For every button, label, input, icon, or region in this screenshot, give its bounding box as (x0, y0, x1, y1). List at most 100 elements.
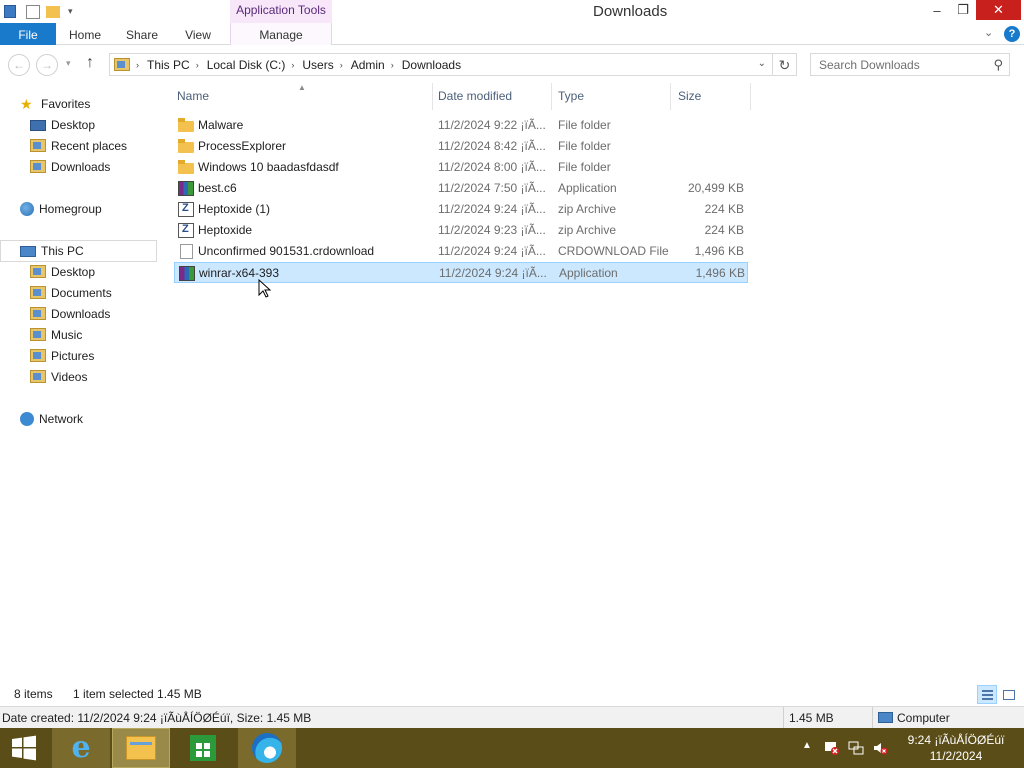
status-bar: 8 items 1 item selected 1.45 MB (0, 683, 1024, 705)
column-header-name[interactable]: Name (177, 83, 427, 110)
large-icons-view-button[interactable] (999, 685, 1019, 704)
volume-muted-icon[interactable] (872, 740, 888, 756)
sidebar-item-music[interactable]: Music (30, 324, 82, 345)
column-header-size[interactable]: Size (678, 83, 748, 110)
taskbar-store[interactable] (174, 728, 232, 768)
network-tray-icon[interactable] (848, 740, 864, 756)
taskbar-edge[interactable] (238, 728, 296, 768)
maximize-button[interactable]: ❐ (950, 0, 976, 20)
column-divider[interactable] (670, 83, 671, 110)
file-size: 224 KB (704, 202, 744, 216)
file-row[interactable]: Windows 10 baadasfdasdf 11/2/2024 8:00 ¡… (174, 157, 748, 178)
column-header-type[interactable]: Type (558, 83, 668, 110)
recent-locations-icon[interactable]: ▾ (66, 58, 71, 69)
quick-access-toolbar: ▾ (4, 3, 73, 20)
tab-home[interactable]: Home (62, 23, 108, 45)
tab-file[interactable]: File (0, 23, 56, 45)
file-row[interactable]: Unconfirmed 901531.crdownload 11/2/2024 … (174, 241, 748, 262)
downloads-folder-icon (30, 307, 46, 320)
zip-icon (178, 223, 194, 238)
tab-view[interactable]: View (176, 23, 220, 45)
breadcrumb-separator-icon[interactable]: › (391, 60, 394, 70)
address-bar[interactable]: › This PC › Local Disk (C:) › Users › Ad… (109, 53, 773, 76)
column-divider[interactable] (432, 83, 433, 110)
file-name: Heptoxide (1) (198, 202, 271, 216)
back-button[interactable]: ← (8, 54, 30, 76)
minimize-button[interactable]: – (924, 0, 950, 20)
search-box[interactable]: ⚲ (810, 53, 1010, 76)
search-icon[interactable]: ⚲ (993, 57, 1003, 73)
expand-ribbon-icon[interactable]: ⌄ (984, 26, 993, 39)
breadcrumb-separator-icon[interactable]: › (196, 60, 199, 70)
breadcrumb-separator-icon[interactable]: › (291, 60, 294, 70)
tab-manage[interactable]: Manage (230, 23, 332, 46)
help-icon[interactable]: ? (1004, 26, 1020, 42)
sidebar-item-label: Videos (51, 369, 88, 384)
taskbar-clock[interactable]: 9:24 ¡ïÃùÅÍÖØÉúï 11/2/2024 (898, 732, 1014, 764)
sidebar-item-pictures[interactable]: Pictures (30, 345, 94, 366)
forward-button[interactable]: → (36, 54, 58, 76)
refresh-button[interactable]: ↻ (773, 53, 797, 76)
explorer-app-icon[interactable] (4, 5, 16, 18)
taskbar-internet-explorer[interactable]: e (52, 728, 110, 768)
column-divider[interactable] (750, 83, 751, 110)
sidebar-item-label: Recent places (51, 138, 128, 153)
breadcrumb-separator-icon[interactable]: › (340, 60, 343, 70)
recent-places-icon (30, 139, 46, 152)
star-icon: ★ (20, 95, 33, 112)
sidebar-item-pc-desktop[interactable]: Desktop (30, 261, 95, 282)
file-list: ▲ Name Date modified Type Size Malware 1… (170, 83, 1024, 683)
file-row[interactable]: Heptoxide 11/2/2024 9:23 ¡ïÃ... zip Arch… (174, 220, 748, 241)
homegroup-icon (20, 201, 34, 216)
sidebar-item-downloads[interactable]: Downloads (30, 156, 110, 177)
sidebar-item-label: Pictures (51, 348, 95, 363)
clock-date: 11/2/2024 (929, 749, 983, 763)
sidebar-item-recent-places[interactable]: Recent places (30, 135, 127, 156)
taskbar-file-explorer[interactable] (112, 728, 170, 768)
new-folder-icon[interactable] (46, 5, 60, 18)
file-size: 1,496 KB (695, 266, 745, 280)
sidebar-item-pc-downloads[interactable]: Downloads (30, 303, 110, 324)
pictures-folder-icon (30, 349, 46, 362)
address-dropdown-icon[interactable]: ⌄ (758, 58, 766, 69)
column-divider[interactable] (551, 83, 552, 110)
sidebar-item-favorites[interactable]: ★ Favorites (20, 93, 90, 114)
file-date: 11/2/2024 9:24 ¡ïÃ... (439, 266, 547, 280)
tab-share[interactable]: Share (120, 23, 164, 45)
start-button[interactable] (0, 728, 48, 768)
details-view-button[interactable] (977, 685, 997, 704)
clock-time: 9:24 ¡ïÃùÅÍÖØÉúï (907, 733, 1005, 747)
search-input[interactable] (811, 54, 981, 75)
file-name: Heptoxide (198, 223, 253, 237)
up-button[interactable]: ↑ (86, 54, 94, 72)
file-type: File folder (558, 139, 611, 153)
action-center-warning-icon[interactable] (824, 740, 840, 756)
breadcrumb-this-pc[interactable]: This PC (147, 58, 190, 72)
sidebar-item-network[interactable]: Network (20, 408, 83, 429)
breadcrumb-separator-icon[interactable]: › (136, 60, 139, 70)
sidebar-item-this-pc[interactable]: This PC (20, 240, 84, 261)
file-row[interactable]: Heptoxide (1) 11/2/2024 9:24 ¡ïÃ... zip … (174, 199, 748, 220)
file-row[interactable]: Malware 11/2/2024 9:22 ¡ïÃ... File folde… (174, 115, 748, 136)
breadcrumb-downloads[interactable]: Downloads (402, 58, 461, 72)
qat-dropdown-icon[interactable]: ▾ (68, 6, 73, 17)
sidebar-item-videos[interactable]: Videos (30, 366, 87, 387)
breadcrumb-users[interactable]: Users (302, 58, 333, 72)
sidebar-item-desktop[interactable]: Desktop (30, 114, 95, 135)
breadcrumb-admin[interactable]: Admin (351, 58, 385, 72)
sidebar-item-documents[interactable]: Documents (30, 282, 112, 303)
file-row[interactable]: ProcessExplorer 11/2/2024 8:42 ¡ïÃ... Fi… (174, 136, 748, 157)
close-button[interactable]: ✕ (976, 0, 1021, 20)
show-hidden-icons-icon[interactable]: ▲ (802, 740, 812, 751)
file-row[interactable]: best.c6 11/2/2024 7:50 ¡ïÃ... Applicatio… (174, 178, 748, 199)
sidebar-item-label: This PC (41, 243, 84, 258)
file-type: CRDOWNLOAD File (558, 244, 669, 258)
file-name: Unconfirmed 901531.crdownload (198, 244, 375, 258)
breadcrumb-local-disk[interactable]: Local Disk (C:) (207, 58, 286, 72)
sidebar-item-homegroup[interactable]: Homegroup (20, 198, 102, 219)
column-header-date[interactable]: Date modified (438, 83, 550, 110)
properties-icon[interactable] (26, 4, 40, 19)
file-type: Application (559, 266, 618, 280)
downloads-folder-icon (30, 160, 46, 173)
internet-explorer-icon: e (71, 730, 91, 765)
